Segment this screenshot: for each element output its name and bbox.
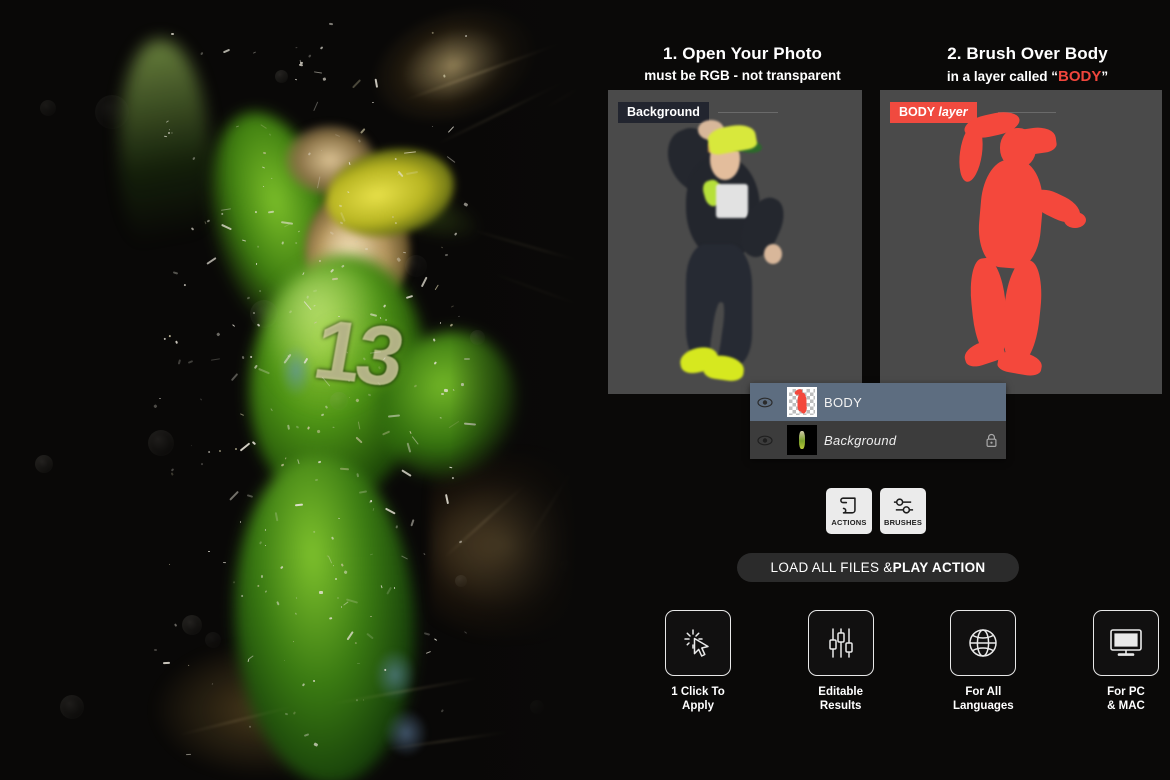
layer-thumbnail-background[interactable]	[780, 425, 824, 455]
app-root: 13 1. Open Your Photo must be RGB - not …	[0, 0, 1170, 780]
layer-thumbnail-background-image	[787, 425, 817, 455]
globe-icon	[969, 629, 998, 657]
step-2-accent-word: BODY	[1057, 68, 1102, 85]
photo-lowered-hand	[764, 244, 782, 264]
feature-list: 1 Click To Apply Editable Results For Al…	[662, 610, 1162, 713]
feature-languages-label: For All Languages	[952, 686, 1014, 712]
lock-icon[interactable]	[976, 433, 1006, 448]
table-row[interactable]: Background	[750, 421, 1006, 459]
artwork-right-fade	[450, 0, 600, 780]
silhouette-forearm	[956, 122, 986, 184]
quote-open: “	[1051, 69, 1058, 84]
step-2-subtitle: in a layer called “BODY”	[885, 68, 1170, 85]
photo-chest-print	[716, 184, 748, 218]
body-silhouette	[942, 108, 1102, 390]
feature-languages[interactable]: For All Languages	[947, 610, 1019, 713]
step-headings: 1. Open Your Photo must be RGB - not tra…	[600, 44, 1170, 85]
click-cursor-icon	[684, 629, 709, 657]
eye-icon[interactable]	[750, 435, 780, 446]
scroll-icon	[840, 497, 856, 514]
light-streak	[176, 705, 294, 737]
layer-thumbnail-body[interactable]	[780, 387, 824, 417]
brushes-button[interactable]: BRUSHES	[880, 488, 926, 534]
feature-languages-box	[950, 610, 1017, 676]
photo-subject	[659, 112, 814, 392]
brushes-button-label: BRUSHES	[883, 517, 923, 527]
step-1-subtitle: must be RGB - not transparent	[644, 68, 841, 83]
load-all-files-button[interactable]: LOAD ALL FILES & PLAY ACTION	[737, 553, 1019, 582]
silhouette-cap	[1010, 125, 1058, 157]
lock-icon-glyph	[985, 433, 997, 447]
silhouette-leg-right	[998, 258, 1046, 366]
step-1-title: 1. Open Your Photo	[663, 44, 822, 63]
hero-artwork: 13	[0, 0, 600, 780]
actions-button-label: ACTIONS	[831, 518, 867, 527]
step-2-heading: 2. Brush Over Body in a layer called “BO…	[885, 44, 1170, 85]
load-button-text-normal: LOAD ALL FILES &	[770, 560, 893, 575]
silhouette-hand	[1064, 212, 1086, 228]
preview-panel-body-layer: BODY layer	[880, 90, 1162, 394]
layer-name-background: Background	[824, 432, 897, 448]
feature-editable-box	[807, 610, 874, 676]
thumbnail-silhouette	[797, 392, 807, 412]
feature-platform[interactable]: For PC & MAC	[1090, 610, 1162, 713]
tool-buttons: ACTIONS BRUSHES	[826, 488, 926, 534]
silhouette-foot-right	[996, 348, 1044, 378]
feature-editable[interactable]: Editable Results	[805, 610, 877, 713]
panel-tag-body-bold: BODY	[899, 105, 935, 119]
eye-icon-glyph	[757, 397, 773, 407]
step-1-heading: 1. Open Your Photo must be RGB - not tra…	[600, 44, 885, 85]
table-row[interactable]: BODY	[750, 383, 1006, 421]
preview-panel-background: Background	[608, 90, 862, 394]
eye-icon-glyph	[757, 435, 773, 445]
eye-icon[interactable]	[750, 397, 780, 408]
feature-one-click[interactable]: 1 Click To Apply	[662, 610, 734, 713]
feature-one-click-box	[665, 610, 731, 676]
quote-close: ”	[1101, 69, 1109, 84]
layer-name-body: BODY	[824, 394, 863, 410]
monitor-icon	[1110, 629, 1142, 656]
load-button-text-bold: PLAY ACTION	[892, 560, 986, 575]
faders-icon	[828, 628, 853, 658]
layers-panel[interactable]: BODY Background	[750, 383, 1006, 459]
feature-platform-box	[1092, 610, 1159, 676]
instructions-column: 1. Open Your Photo must be RGB - not tra…	[600, 0, 1170, 780]
feature-platform-label: For PC & MAC	[1107, 686, 1145, 712]
step-2-title: 2. Brush Over Body	[947, 44, 1108, 63]
feature-one-click-label: 1 Click To Apply	[671, 686, 725, 712]
step-2-subtitle-prefix: in a layer called	[946, 69, 1048, 84]
silhouette-torso	[975, 157, 1047, 271]
layer-thumbnail-body-image	[787, 387, 817, 417]
thumbnail-figure	[799, 431, 805, 449]
sliders-icon	[893, 497, 913, 514]
feature-editable-label: Editable Results	[818, 686, 864, 712]
actions-button[interactable]: ACTIONS	[826, 488, 872, 534]
